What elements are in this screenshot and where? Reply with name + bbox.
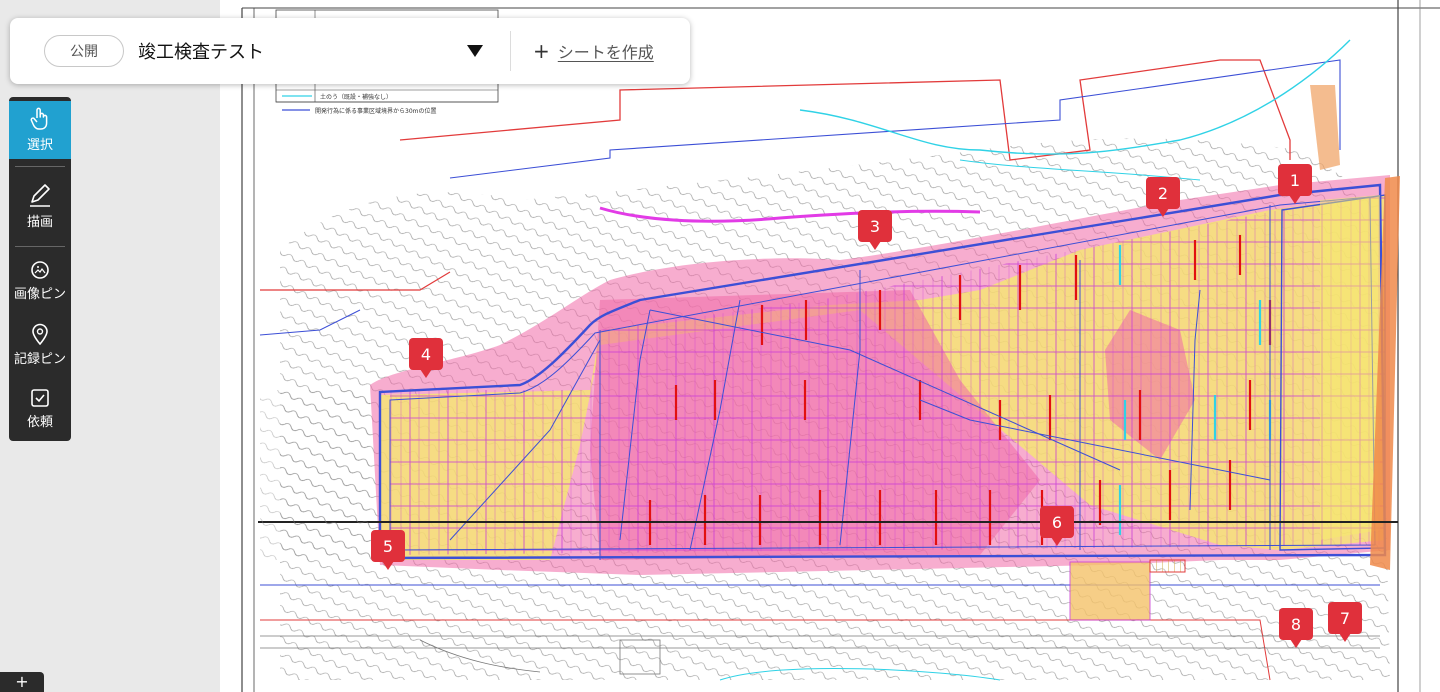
record-pin-6[interactable]: 6 — [1040, 506, 1074, 546]
toolbar-divider — [15, 166, 65, 167]
pin-number: 3 — [869, 216, 881, 236]
header-divider — [510, 31, 511, 71]
legend-text-boundary: 開発行為に係る事業区域境界から30mの位置 — [315, 107, 436, 115]
record-pin-1[interactable]: 1 — [1278, 164, 1312, 204]
pin-number: 7 — [1339, 608, 1351, 628]
record-pin-2[interactable]: 2 — [1146, 177, 1180, 217]
tool-image-pin[interactable]: 画像ピン — [9, 251, 71, 311]
record-pin-3[interactable]: 3 — [858, 210, 892, 250]
record-pin-8[interactable]: 8 — [1279, 608, 1313, 648]
pin-number: 6 — [1051, 512, 1063, 532]
pin-number: 5 — [382, 536, 394, 556]
tool-request[interactable]: 依頼 — [9, 379, 71, 439]
app-root: 土のう（既設・補強なし） 開発行為に係る事業区域境界から30mの位置 1 2 3… — [0, 0, 1440, 692]
visibility-badge[interactable]: 公開 — [44, 35, 124, 67]
tool-record-pin[interactable]: 記録ピン — [9, 315, 71, 375]
tool-select[interactable]: 選択 — [9, 101, 71, 159]
site-plan-drawing: 土のう（既設・補強なし） 開発行為に係る事業区域境界から30mの位置 — [241, 0, 1440, 692]
pencil-icon — [30, 184, 50, 207]
pin-number: 4 — [420, 344, 432, 364]
tool-label: 画像ピン — [13, 287, 66, 302]
plus-icon: + — [15, 672, 29, 691]
legend-text-sandbag: 土のう（既設・補強なし） — [320, 93, 392, 101]
create-sheet-label: シートを作成 — [557, 43, 654, 62]
visibility-label: 公開 — [70, 44, 98, 60]
create-sheet-button[interactable]: + シートを作成 — [533, 39, 654, 63]
pin-number: 2 — [1157, 183, 1169, 203]
corner-add-button[interactable]: + — [0, 672, 44, 692]
sheet-dropdown-button[interactable] — [460, 36, 490, 66]
tool-label: 記録ピン — [13, 352, 66, 367]
triangle-down-icon — [467, 45, 483, 57]
record-pin-5[interactable]: 5 — [371, 530, 405, 570]
record-pin-4[interactable]: 4 — [409, 338, 443, 378]
plus-icon: + — [533, 39, 550, 63]
tool-palette: 選択 描画 画像ピン 記録ピン 依頼 — [9, 97, 71, 441]
pointer-hand-icon — [30, 107, 48, 130]
pin-number: 1 — [1289, 170, 1301, 190]
tool-label: 依頼 — [26, 415, 53, 430]
sheet-title: 竣工検査テスト — [138, 42, 264, 63]
record-pin-7[interactable]: 7 — [1328, 602, 1362, 642]
sheet-header-card: 公開 竣工検査テスト + シートを作成 — [10, 18, 690, 84]
toolbar-divider — [15, 246, 65, 247]
image-pin-icon — [31, 261, 49, 279]
tool-draw[interactable]: 描画 — [9, 171, 71, 241]
drawing-canvas[interactable]: 土のう（既設・補強なし） 開発行為に係る事業区域境界から30mの位置 1 2 3… — [220, 0, 1440, 692]
tool-label: 描画 — [26, 215, 53, 230]
checkbox-icon — [31, 389, 49, 407]
tool-label: 選択 — [26, 138, 53, 153]
pin-number: 8 — [1290, 614, 1302, 634]
location-pin-icon — [32, 323, 48, 345]
